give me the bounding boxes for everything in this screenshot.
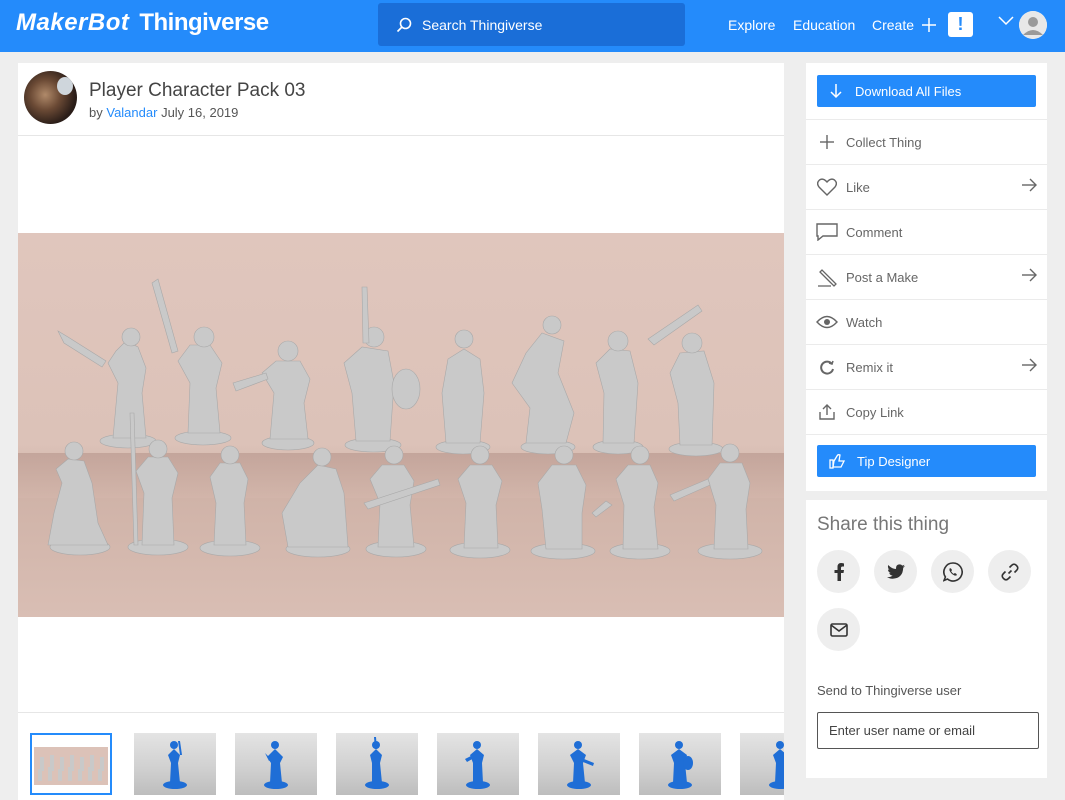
chevron-down-icon[interactable] [998,16,1014,26]
post-a-make-action[interactable]: Post a Make [806,254,1047,299]
thumbnail-strip [18,733,784,800]
arrow-right-icon [1022,268,1037,282]
watch-action[interactable]: Watch [806,299,1047,344]
author-link[interactable]: Valandar [106,105,157,120]
arrow-right-icon [1022,358,1037,372]
send-to-user-label: Send to Thingiverse user [817,683,962,698]
thing-title: Player Character Pack 03 [89,80,306,101]
comment-icon [816,221,838,243]
top-navbar: MakerBot Thingiverse Explore Education Cr… [0,0,1065,52]
creator-avatar[interactable] [24,71,77,124]
like-action[interactable]: Like [806,164,1047,209]
comment-action[interactable]: Comment [806,209,1047,254]
makerbot-thingiverse-logo[interactable]: MakerBot Thingiverse [16,9,269,37]
arrow-right-icon [1022,178,1037,192]
nav-explore-link[interactable]: Explore [728,17,775,33]
download-all-files-button[interactable]: Download All Files [817,75,1036,107]
miniatures-figures [47,278,763,560]
make-tool-icon [816,266,838,288]
copy-link-label: Copy Link [846,404,904,420]
share-twitter-button[interactable] [874,550,917,593]
share-facebook-button[interactable] [817,550,860,593]
thumbnail-3[interactable] [235,733,317,795]
tip-designer-label: Tip Designer [857,453,931,469]
collect-thing-action[interactable]: Collect Thing [806,119,1047,164]
plus-icon [816,131,838,153]
nav-create-label: Create [872,17,915,33]
share-card: Share this thing Send to Thingiverse use… [806,500,1047,778]
thing-main-card: Player Character Pack 03 by Valandar Jul… [18,63,784,800]
divider [806,434,1047,435]
user-icon [1019,11,1047,39]
nav-create-menu[interactable]: Create [872,17,937,33]
thumbnail-4[interactable] [336,733,418,795]
whatsapp-icon [942,561,963,582]
nav-education-link[interactable]: Education [793,17,855,33]
main-photo [18,233,784,617]
send-to-user-input[interactable] [817,712,1039,749]
notifications-button[interactable]: ! [948,12,973,37]
share-title: Share this thing [817,514,950,535]
user-avatar[interactable] [1019,11,1047,39]
thing-actions-card: Download All Files Collect Thing Like Co… [806,63,1047,491]
share-whatsapp-button[interactable] [931,550,974,593]
comment-label: Comment [846,224,903,240]
facebook-icon [834,562,844,581]
remix-icon [816,356,838,378]
remix-label: Remix it [846,359,893,375]
watch-label: Watch [846,314,883,330]
search-icon [396,17,412,32]
publish-date: July 16, 2019 [161,105,239,120]
thumbnail-5[interactable] [437,733,519,795]
share-copy-link-button[interactable] [988,550,1031,593]
link-icon [1000,562,1019,581]
download-label: Download All Files [855,83,962,99]
thumbnail-7[interactable] [639,733,721,795]
share-upload-icon [816,401,838,423]
collect-label: Collect Thing [846,134,922,150]
share-email-button[interactable] [817,608,860,651]
twitter-icon [886,564,905,579]
search-input[interactable] [422,16,662,33]
thumbs-up-icon [829,454,845,469]
thumbnail-8[interactable] [740,733,784,795]
byline-by: by [89,105,103,120]
email-icon [829,622,848,637]
eye-icon [816,311,838,333]
thumbnail-2[interactable] [134,733,216,795]
image-viewer[interactable] [18,135,784,713]
download-arrow-icon [830,84,842,99]
thumbnail-6[interactable] [538,733,620,795]
thumbnail-1[interactable] [30,733,112,795]
copy-link-action[interactable]: Copy Link [806,389,1047,434]
tip-designer-button[interactable]: Tip Designer [817,445,1036,477]
remix-action[interactable]: Remix it [806,344,1047,389]
thing-byline: by Valandar July 16, 2019 [89,105,238,120]
logo-thingiverse-text: Thingiverse [139,9,269,36]
logo-makerbot-text: MakerBot [16,9,130,36]
make-label: Post a Make [846,269,919,285]
like-label: Like [846,179,870,195]
plus-icon [922,18,937,32]
heart-icon [816,176,838,198]
search-bar[interactable] [378,3,685,46]
